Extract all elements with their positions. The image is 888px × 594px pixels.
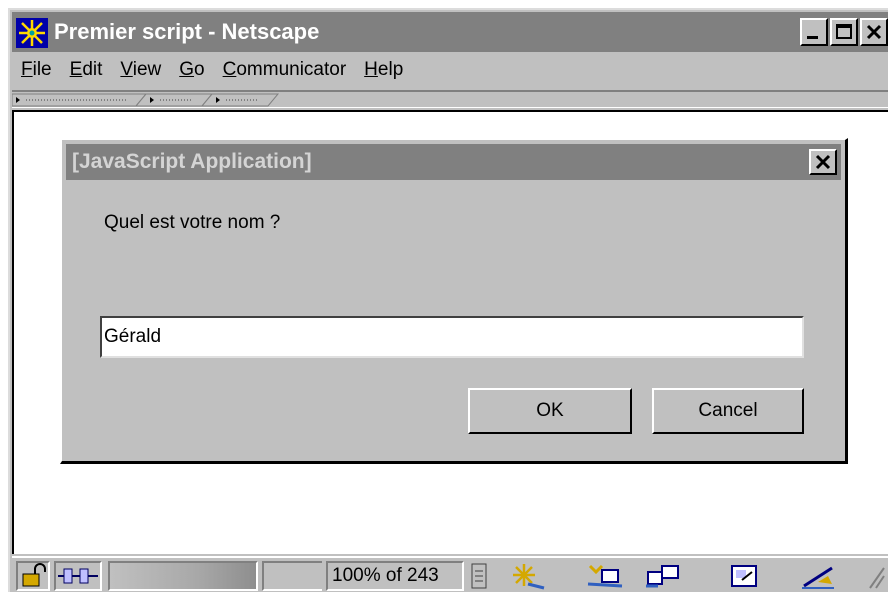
plug-icon (58, 568, 98, 584)
status-text: 100% of 243 (326, 561, 464, 591)
menu-communicator[interactable]: Communicator (214, 59, 356, 81)
name-input[interactable] (100, 316, 804, 358)
discussion-icon[interactable] (644, 562, 684, 590)
dialog-title: [JavaScript Application] (72, 150, 312, 173)
composer-icon[interactable] (728, 562, 764, 590)
close-button[interactable] (860, 18, 888, 46)
connection-indicator[interactable] (54, 561, 102, 591)
menu-bar: File Edit View Go Communicator Help (12, 54, 888, 86)
menu-go[interactable]: Go (170, 59, 213, 81)
menu-file[interactable]: File (12, 59, 61, 81)
menu-view[interactable]: View (111, 59, 170, 81)
toolbar-tab-location[interactable] (134, 93, 214, 107)
dock-icon[interactable] (798, 562, 838, 590)
toolbar-tab-navigation[interactable] (12, 93, 148, 107)
progress-fill (110, 563, 256, 589)
javascript-prompt-dialog: [JavaScript Application] Quel est votre … (60, 138, 848, 464)
ok-button[interactable]: OK (468, 388, 632, 434)
window-title: Premier script - Netscape (54, 19, 320, 44)
security-indicator[interactable] (16, 561, 50, 591)
dialog-close-button[interactable] (809, 149, 837, 175)
lock-icon (22, 563, 46, 587)
mail-icon[interactable] (586, 562, 626, 590)
maximize-button[interactable] (830, 18, 858, 46)
dialog-prompt-text: Quel est votre nom ? (104, 212, 281, 233)
netscape-icon (16, 18, 48, 48)
resize-grip-icon[interactable] (866, 564, 886, 590)
toolbar-tab-personal[interactable] (200, 93, 280, 107)
title-bar[interactable]: Premier script - Netscape (12, 12, 888, 52)
minimize-icon (807, 36, 818, 39)
navigator-icon[interactable] (508, 562, 546, 590)
close-icon (815, 154, 831, 170)
menu-edit[interactable]: Edit (61, 59, 112, 81)
dialog-title-bar[interactable]: [JavaScript Application] (66, 144, 841, 180)
minimize-button[interactable] (800, 18, 828, 46)
progress-bar (108, 561, 258, 591)
close-icon (866, 24, 882, 40)
status-bar: 100% of 243 (12, 556, 888, 594)
maximize-icon (836, 24, 852, 39)
menu-help[interactable]: Help (355, 59, 412, 81)
status-divider (262, 561, 322, 591)
cancel-button[interactable]: Cancel (652, 388, 804, 434)
collapsed-toolbars (12, 90, 888, 108)
separator-grip-icon (471, 563, 487, 589)
